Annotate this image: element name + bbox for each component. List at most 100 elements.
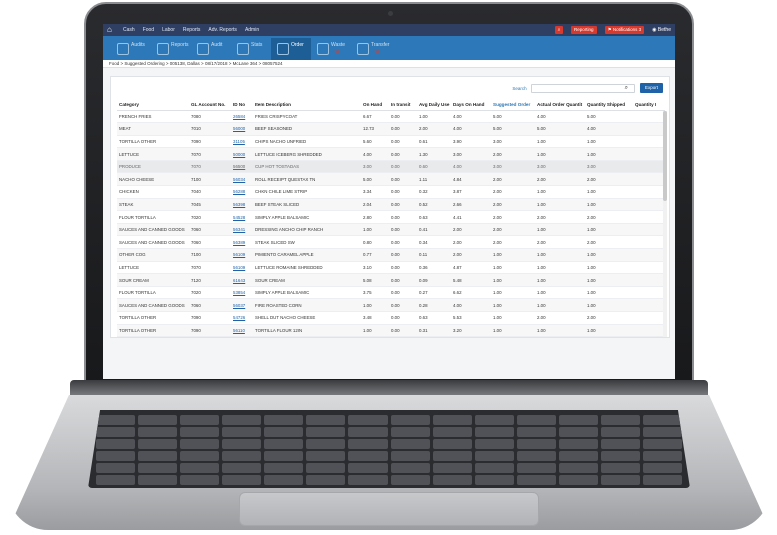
item-id-link[interactable]: 56389 xyxy=(231,235,253,250)
table-cell: 1.11 xyxy=(417,172,451,187)
reporting-button[interactable]: Reporting xyxy=(571,26,597,34)
table-row[interactable]: SOUR CREAM 7120 61643 SOUR CREAM 5.08 0.00 0.0… xyxy=(117,273,665,287)
table-row[interactable]: LETTUCE 7070 50000 LETTUCE ICEBERG SHREDDED… xyxy=(117,147,665,161)
key xyxy=(222,475,262,485)
table-cell: 2.00 xyxy=(451,248,491,262)
item-id-link[interactable]: 56109 xyxy=(231,248,253,262)
table-cell xyxy=(633,135,665,149)
col-on-hand[interactable]: On Hand xyxy=(361,99,389,111)
truck-icon xyxy=(277,43,289,55)
col-category[interactable]: Category xyxy=(117,99,189,111)
search-icon[interactable]: ⌕ xyxy=(555,26,564,34)
table-row[interactable]: TORTILLA OTHER 7090 54726 SHELL DUT NACHO C… xyxy=(117,311,665,325)
table-row[interactable]: PRODUCE 7070 56500 CUP HOT TOSTADAS 3.00 0.00… xyxy=(117,160,665,174)
table-row[interactable]: FRENCH FRIES 7080 26584 FRIES CRISPYCOAT 6.6… xyxy=(117,110,665,124)
table-row[interactable]: TORTILLA OTHER 7090 31105 CHIPS NACHO UNFRI… xyxy=(117,135,665,149)
tab-stats[interactable]: Stats xyxy=(231,38,271,60)
table-cell: TORTILLA FLOUR 12IN xyxy=(253,324,361,338)
menu-adv-reports[interactable]: Adv. Reports xyxy=(208,27,237,33)
magnifier-icon[interactable]: ⌕ xyxy=(625,85,628,92)
menu-reports[interactable]: Reports xyxy=(183,27,201,33)
table-cell: 6.62 xyxy=(451,286,491,300)
tab-audits[interactable]: Audits xyxy=(111,38,151,60)
tab-transfer[interactable]: Transfer (0) xyxy=(351,38,391,60)
table-cell: ROLL RECEIPT QUESTAX TN xyxy=(253,172,361,187)
tab-order[interactable]: Order xyxy=(271,38,311,60)
item-id-link[interactable]: 56109 xyxy=(231,261,253,275)
table-cell: 5.48 xyxy=(451,273,491,287)
key xyxy=(474,475,514,485)
item-id-link[interactable]: 26584 xyxy=(231,110,253,124)
key xyxy=(474,427,514,437)
item-id-link[interactable]: 56037 xyxy=(231,298,253,312)
item-id-link[interactable]: 56000 xyxy=(231,122,253,136)
tab-audit[interactable]: Audit xyxy=(191,38,231,60)
item-id-link[interactable]: 53854 xyxy=(231,286,253,300)
user-menu[interactable]: ◉ Bethe xyxy=(652,27,671,33)
tab-waste[interactable]: Waste (0) xyxy=(311,38,351,60)
key xyxy=(306,475,346,485)
item-id-link[interactable]: 50000 xyxy=(231,147,253,161)
home-icon[interactable]: ⌂ xyxy=(107,26,115,34)
col-suggested-order[interactable]: Suggested Order xyxy=(491,99,535,111)
key xyxy=(96,463,136,473)
table-cell: LETTUCE xyxy=(117,147,189,161)
col-gl-account[interactable]: GL Account No. xyxy=(189,99,231,111)
table-cell: 3.00 xyxy=(491,135,535,149)
menu-labor[interactable]: Labor xyxy=(162,27,175,33)
menu-admin[interactable]: Admin xyxy=(245,27,259,33)
table-row[interactable]: MEAT 7010 56000 BEEF SEASONED 12.73 0.00 2.00 4… xyxy=(117,122,665,136)
table-cell: 2.00 xyxy=(491,198,535,212)
table-cell: 1.00 xyxy=(535,298,585,312)
table-cell: 0.00 xyxy=(389,160,417,174)
table-scrollbar[interactable] xyxy=(663,111,667,337)
item-id-link[interactable]: 56500 xyxy=(231,160,253,174)
item-id-link[interactable]: 56110 xyxy=(231,324,253,338)
table-cell: 1.00 xyxy=(585,286,633,300)
item-id-link[interactable]: 54726 xyxy=(231,311,253,325)
table-cell: 2.00 xyxy=(491,235,535,250)
table-cell: 0.34 xyxy=(417,235,451,250)
table-row[interactable]: SAUCES AND CANNED GOODS 7060 56037 FIRE ROA… xyxy=(117,298,665,312)
breadcrumb[interactable]: Food > Suggested Ordering > 005138, Dall… xyxy=(103,60,675,68)
item-id-link[interactable]: 56398 xyxy=(231,198,253,212)
key xyxy=(180,427,220,437)
item-id-link[interactable]: 54528 xyxy=(231,210,253,224)
col-quantity-shipped[interactable]: Quantity Shipped xyxy=(585,99,633,111)
menu-cash[interactable]: Cash xyxy=(123,27,135,33)
col-id-no[interactable]: ID No xyxy=(231,99,253,111)
col-item-description[interactable]: Item Description xyxy=(253,99,361,111)
item-id-link[interactable]: 61643 xyxy=(231,273,253,287)
col-avg-daily-use[interactable]: Avg Daily Use xyxy=(417,99,451,111)
table-row[interactable]: STEAK 7045 56398 BEEF STEAK SLICED 2.04 0.00 0… xyxy=(117,198,665,212)
item-id-link[interactable]: 31105 xyxy=(231,135,253,149)
table-row[interactable]: LETTUCE 7070 56109 LETTUCE ROMAINE SHREDDED… xyxy=(117,261,665,275)
table-row[interactable]: CHICKEN 7040 56288 CHKN CHILE LIME STRIP 3.3… xyxy=(117,185,665,199)
table-row[interactable]: SAUCES AND CANNED GOODS 7060 56341 DRESSING… xyxy=(117,223,665,237)
table-row[interactable]: TORTILLA OTHER 7090 56110 TORTILLA FLOUR 12… xyxy=(117,324,665,338)
export-button[interactable]: Export xyxy=(639,83,663,93)
col-days-on-hand[interactable]: Days On Hand xyxy=(451,99,491,111)
search-input[interactable] xyxy=(530,83,635,93)
key xyxy=(390,475,430,485)
table-cell: 7020 xyxy=(189,286,231,300)
table-row[interactable]: NACHO CHEESE 7100 56034 ROLL RECEIPT QUESTA… xyxy=(117,172,665,187)
col-actual-order[interactable]: Actual Order Quantit xyxy=(535,99,585,111)
item-id-link[interactable]: 56034 xyxy=(231,172,253,187)
col-in-transit[interactable]: In transit xyxy=(389,99,417,111)
key-row xyxy=(96,463,683,473)
col-quantity-received[interactable]: Quantity I xyxy=(633,99,665,111)
notifications-button[interactable]: ⚑ Notifications 3 xyxy=(604,26,645,34)
item-id-link[interactable]: 56288 xyxy=(231,185,253,199)
table-cell xyxy=(633,248,665,262)
menu-food[interactable]: Food xyxy=(143,27,154,33)
item-id-link[interactable]: 56341 xyxy=(231,223,253,237)
table-row[interactable]: OTHER COG 7100 56109 PIMIENTO CARAMEL APPLE… xyxy=(117,248,665,262)
table-row[interactable]: FLOUR TORTILLA 7020 54528 SIMPLY APPLE BALS… xyxy=(117,210,665,224)
table-row[interactable]: FLOUR TORTILLA 7020 53854 SIMPLY APPLE BALS… xyxy=(117,286,665,300)
user-label: Bethe xyxy=(657,27,671,33)
tab-reports[interactable]: Reports xyxy=(151,38,191,60)
table-row[interactable]: SAUCES AND CANNED GOODS 7060 56389 STEAK SL… xyxy=(117,235,665,250)
scrollbar-thumb[interactable] xyxy=(663,111,667,201)
table-cell: 4.41 xyxy=(451,210,491,224)
